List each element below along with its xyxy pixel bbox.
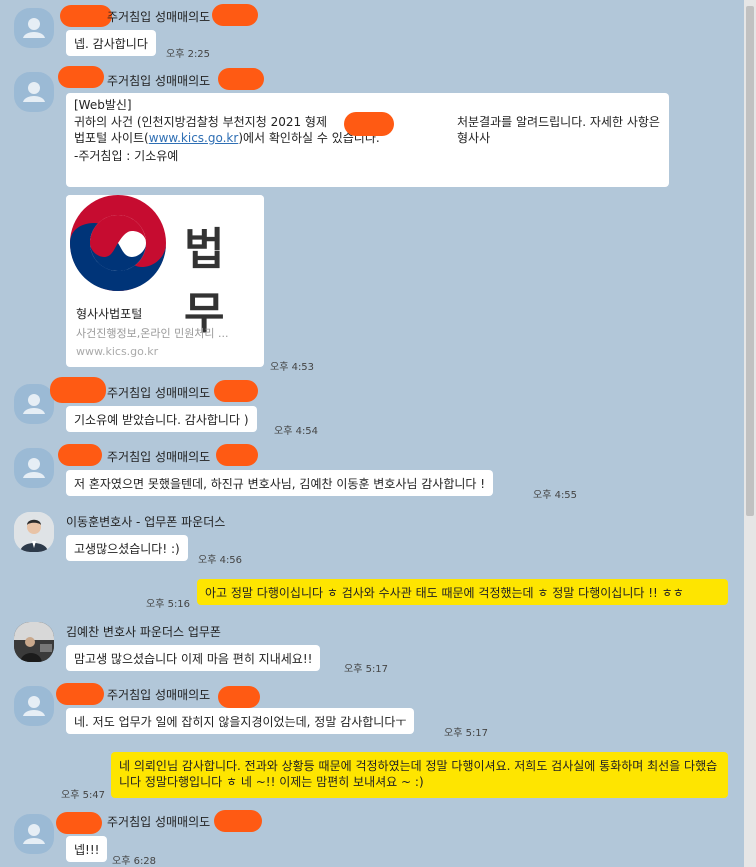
chat-scrollbar[interactable] (744, 0, 756, 867)
message-line: 법포털 사이트(www.kics.go.kr)에서 확인하실 수 있습니다. (74, 130, 380, 146)
sender-name: 주거침입 성매매의도 (107, 386, 211, 400)
default-avatar-icon[interactable] (14, 384, 54, 424)
ministry-logo-image: 법무 (66, 195, 264, 339)
message-bubble: 맘고생 많으셨습니다 이제 마음 편히 지내세요!! (66, 645, 321, 671)
redaction-mark (56, 683, 104, 705)
message-bubble: [Web발신] 귀하의 사건 (인천지방검찰청 부천지청 2021 형제 처분결… (66, 93, 669, 187)
sender-name: 이동훈변호사 - 업무폰 파운더스 (66, 515, 226, 529)
message-bubble: 저 혼자였으면 못했을텐데, 하진규 변호사님, 김예찬 이동훈 변호사님 감사… (66, 470, 494, 496)
default-avatar-icon[interactable] (14, 72, 54, 112)
message-bubble: 넵!!! (66, 836, 108, 862)
message-time: 오후 2:25 (166, 49, 211, 60)
link-preview-card[interactable]: 법무 형사사법포털 사건진행정보,온라인 민원처리 ... www.kics.g… (66, 195, 264, 367)
sender-name: 주거침입 성매매의도 (107, 10, 211, 24)
sender-name: 주거침입 성매매의도 (107, 450, 211, 464)
message-time: 오후 5:16 (146, 599, 191, 610)
kics-link[interactable]: www.kics.go.kr (149, 131, 239, 145)
scrollbar-thumb[interactable] (746, 6, 754, 516)
redaction-mark (58, 444, 102, 466)
message-line: [Web발신] (74, 98, 132, 112)
redaction-mark (50, 377, 106, 403)
my-message-bubble: 아고 정말 다행이십니다 ㅎ 검사와 수사관 태도 때문에 걱정했는데 ㅎ 정말… (197, 579, 728, 605)
message-time: 오후 4:54 (274, 426, 319, 437)
message-time: 오후 4:55 (533, 490, 578, 501)
my-message-bubble: 네 의뢰인님 감사합니다. 전과와 상황등 때문에 걱정하였는데 정말 다행이셔… (111, 752, 728, 798)
message-bubble: 고생많으셨습니다! :) (66, 535, 188, 561)
redaction-mark (56, 812, 102, 834)
message-time: 오후 4:56 (198, 555, 243, 566)
message-bubble: 넵. 감사합니다 (66, 30, 156, 56)
lawyer-photo-avatar[interactable] (14, 622, 54, 662)
message-line: 처분결과를 알려드립니다. 자세한 사항은 형사사 (457, 115, 660, 145)
logo-text: 법무 (184, 224, 225, 339)
message-bubble: 기소유예 받았습니다. 감사합니다 ) (66, 406, 257, 432)
sender-name: 김예찬 변호사 파운더스 업무폰 (66, 625, 221, 639)
sender-name: 주거침입 성매매의도 (107, 688, 211, 702)
default-avatar-icon[interactable] (14, 8, 54, 48)
message-bubble: 네. 저도 업무가 일에 잡히지 않을지경이었는데, 정말 감사합니다ㅜ (66, 708, 415, 734)
card-title: 형사사법포털 (76, 307, 143, 321)
message-time: 오후 5:17 (444, 728, 489, 739)
redaction-mark (344, 112, 394, 136)
message-time: 오후 6:28 (112, 856, 157, 867)
message-time: 오후 5:47 (61, 790, 106, 801)
message-line: -주거침입 : 기소유예 (74, 149, 179, 163)
default-avatar-icon[interactable] (14, 448, 54, 488)
card-description: 사건진행정보,온라인 민원처리 ... (76, 327, 229, 340)
redaction-mark (58, 66, 104, 88)
message-time: 오후 5:17 (344, 664, 389, 675)
redaction-mark (214, 380, 258, 402)
card-url: www.kics.go.kr (76, 345, 159, 358)
lawyer-photo-avatar[interactable] (14, 512, 54, 552)
sender-name: 주거침입 성매매의도 (107, 815, 211, 829)
redaction-mark (218, 68, 264, 90)
chat-area: 주거침입 성매매의도 넵. 감사합니다 오후 2:25 주거침입 성매매의도 [… (0, 0, 744, 867)
redaction-mark (212, 4, 258, 26)
message-line: 귀하의 사건 (인천지방검찰청 부천지청 2021 형제 (74, 115, 328, 129)
default-avatar-icon[interactable] (14, 814, 54, 854)
sender-name: 주거침입 성매매의도 (107, 74, 211, 88)
redaction-mark (214, 810, 262, 832)
redaction-mark (60, 5, 112, 27)
redaction-mark (216, 444, 258, 466)
default-avatar-icon[interactable] (14, 686, 54, 726)
message-time: 오후 4:53 (270, 362, 315, 373)
redaction-mark (218, 686, 260, 708)
message-text: 법포털 사이트( (74, 131, 149, 145)
